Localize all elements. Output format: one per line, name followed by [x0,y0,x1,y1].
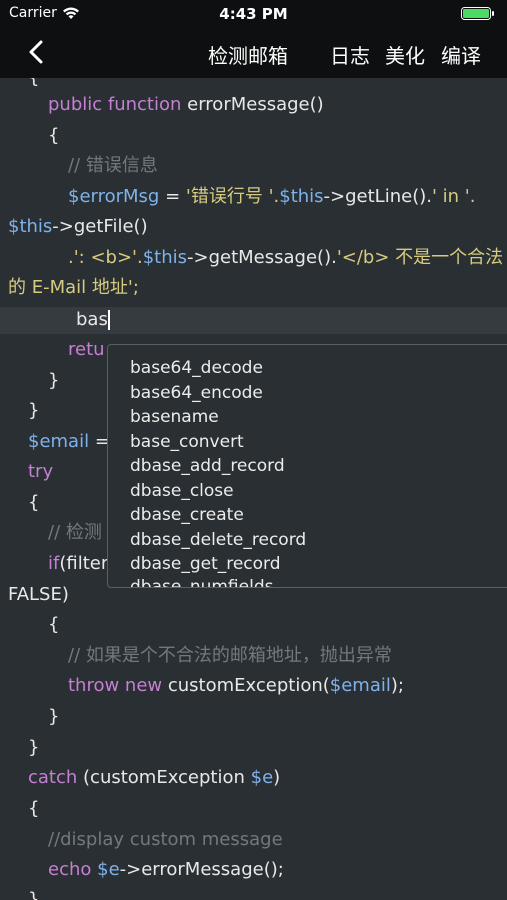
code-line: if(filter [48,553,109,574]
page-title: 检测邮箱 [208,44,288,68]
code-line: } [48,706,60,727]
compile-button[interactable]: 编译 [441,40,481,69]
autocomplete-item[interactable]: basename [130,405,219,429]
autocomplete-item[interactable]: dbase_delete_record [130,528,306,552]
code-line: public function errorMessage() [48,94,324,115]
code-line-current: bas [76,309,108,330]
clock: 4:43 PM [219,5,288,23]
code-line: { [48,125,60,146]
code-comment: // 检测 [48,522,102,543]
code-line: try [28,461,54,482]
code-line: } [28,400,40,421]
code-line: { [48,614,60,635]
code-line: retu [68,339,105,360]
autocomplete-item[interactable]: dbase_numfields [130,575,273,587]
code-line: FALSE) [8,584,69,605]
autocomplete-item[interactable]: dbase_close [130,479,234,503]
beautify-button[interactable]: 美化 [385,40,425,69]
code-line: { [28,798,40,819]
autocomplete-item[interactable]: dbase_create [130,503,244,527]
code-comment: //display custom message [48,829,283,850]
code-line: $email = [28,431,110,452]
code-line: } [28,737,40,758]
code-line: { [28,492,40,513]
code-line: catch (customException $e) [28,767,281,788]
battery-icon [461,7,494,20]
autocomplete-item[interactable]: base64_encode [130,381,263,405]
code-line: $this->getFile() [8,216,148,237]
code-line: .': <b>'.$this->getMessage().'</b> 不是一个合… [68,247,504,268]
autocomplete-item[interactable]: dbase_get_record [130,552,281,576]
code-line: } [48,370,60,391]
code-editor[interactable]: { public function errorMessage() { // 错误… [0,78,507,900]
autocomplete-item[interactable]: base64_decode [130,356,263,380]
code-line: throw new customException($email); [68,675,404,696]
autocomplete-item[interactable]: base_convert [130,430,244,454]
status-bar: Carrier 4:43 PM [0,0,507,28]
log-button[interactable]: 日志 [330,40,370,69]
autocomplete-popup: base64_decode base64_encode basename bas… [107,344,507,588]
code-line: { [28,78,39,92]
code-line: 的 E-Mail 地址'; [8,277,139,298]
code-line: } [28,889,40,900]
code-line: echo $e->errorMessage(); [48,859,284,880]
code-comment: // 如果是个不合法的邮箱地址，抛出异常 [68,645,392,666]
text-cursor [108,310,110,330]
nav-bar: 检测邮箱 日志 美化 编译 [0,28,507,78]
code-comment: // 错误信息 [68,155,158,176]
code-line: $errorMsg = '错误行号 '.$this->getLine().' i… [68,186,476,207]
chevron-left-icon[interactable] [22,37,52,67]
autocomplete-item[interactable]: dbase_add_record [130,454,285,478]
